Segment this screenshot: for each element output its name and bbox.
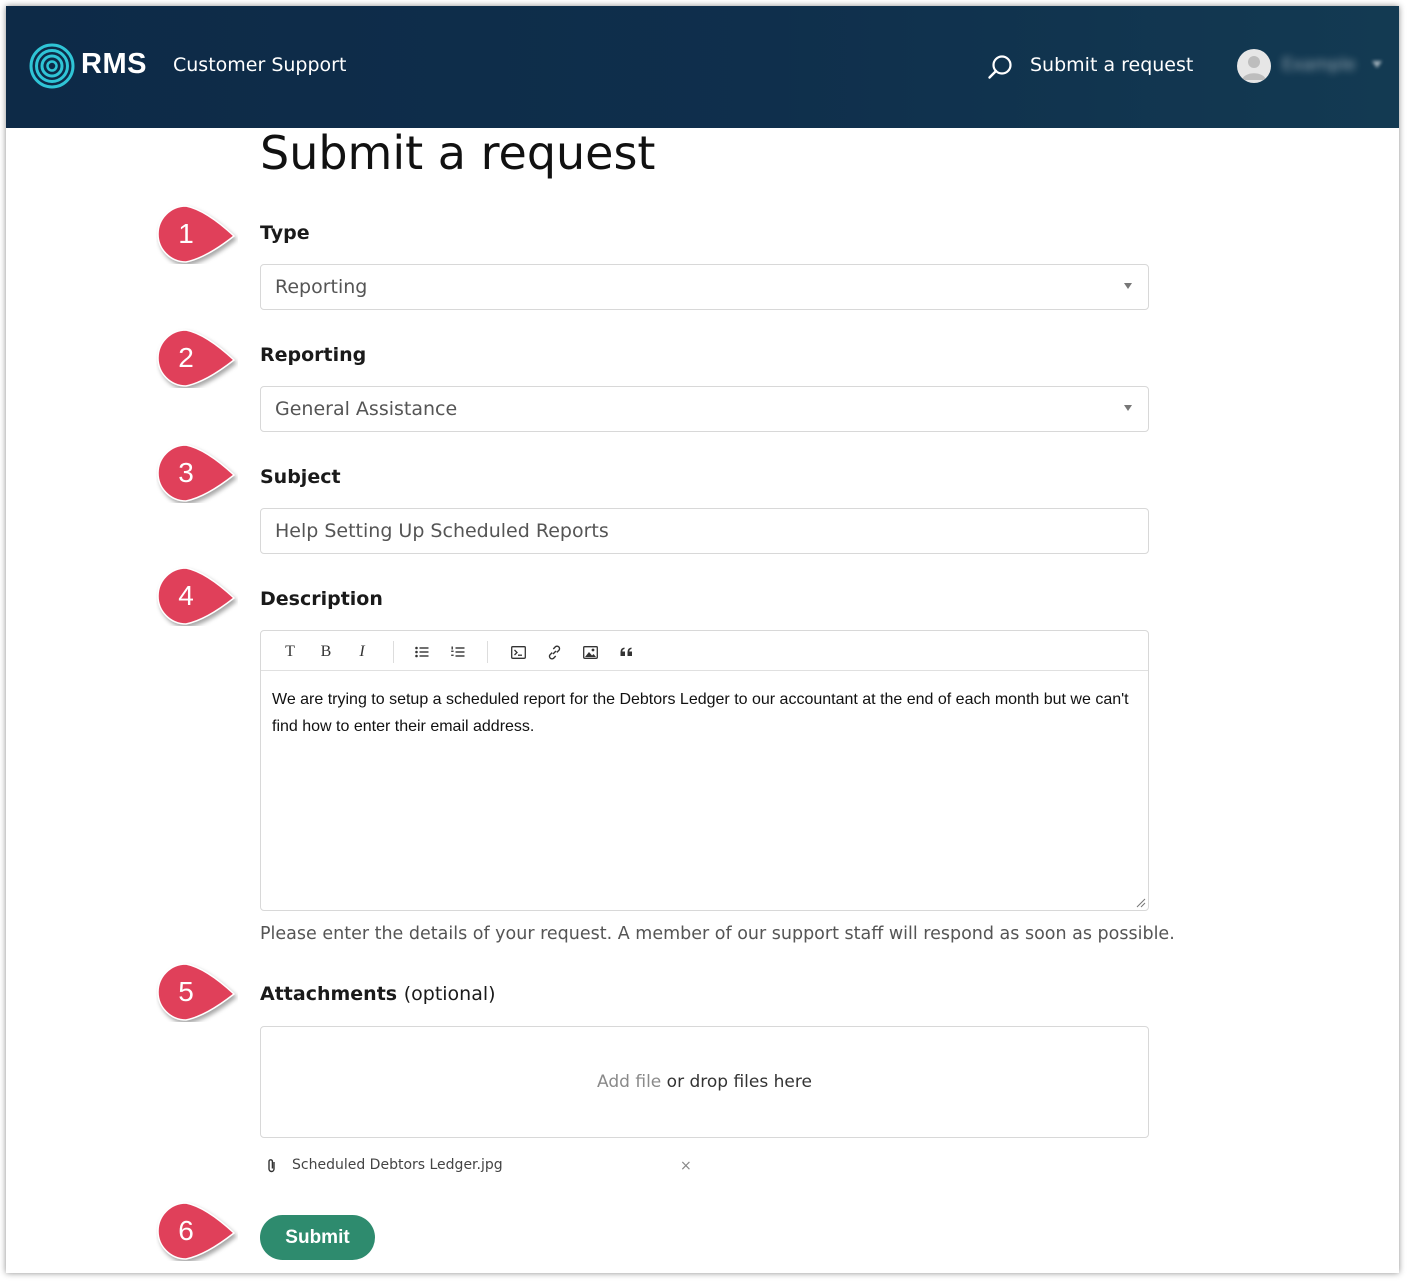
numbered-list-icon: [451, 646, 465, 657]
submit-request-link[interactable]: Submit a request: [1030, 54, 1193, 76]
callout-number: 5: [178, 976, 194, 1007]
attachment-file-name[interactable]: Scheduled Debtors Ledger.jpg: [292, 1157, 503, 1173]
type-select-value: Reporting: [275, 276, 368, 298]
add-file-link[interactable]: Add file: [597, 1072, 661, 1092]
toolbar-divider: [393, 641, 394, 663]
subject-input-value: Help Setting Up Scheduled Reports: [275, 520, 609, 542]
numbered-list-button[interactable]: [447, 641, 469, 663]
user-avatar-icon: [1242, 56, 1266, 80]
caret-down-icon: [1124, 283, 1132, 289]
description-text[interactable]: We are trying to setup a scheduled repor…: [272, 686, 1140, 740]
rms-logo-icon[interactable]: [28, 42, 76, 90]
callout-marker-3: 3: [156, 443, 238, 503]
callout-marker-4: 4: [156, 566, 238, 626]
image-icon: [582, 645, 598, 659]
toolbar-divider: [487, 641, 488, 663]
type-select[interactable]: Reporting: [260, 264, 1149, 310]
paperclip-icon: [268, 1159, 275, 1173]
logo-text[interactable]: RMS: [81, 48, 147, 81]
callout-marker-2: 2: [156, 328, 238, 388]
code-block-button[interactable]: [507, 641, 529, 663]
callout-number: 4: [178, 580, 194, 611]
optional-tag: (optional): [403, 983, 496, 1005]
remove-attachment-icon[interactable]: ×: [680, 1158, 692, 1174]
description-label: Description: [260, 588, 383, 610]
attachment-dropzone[interactable]: Add file or drop files here: [260, 1026, 1149, 1138]
subject-input[interactable]: Help Setting Up Scheduled Reports: [260, 508, 1149, 554]
bulleted-list-button[interactable]: [411, 641, 433, 663]
reporting-label: Reporting: [260, 344, 367, 366]
user-name[interactable]: Example: [1282, 55, 1356, 75]
site-header: RMS Customer Support Submit a request Ex…: [6, 6, 1399, 128]
caret-down-icon: [1124, 405, 1132, 411]
page-title: Submit a request: [260, 126, 656, 180]
type-label: Type: [260, 222, 310, 244]
subject-label: Subject: [260, 466, 341, 488]
search-icon[interactable]: [986, 53, 1014, 81]
callout-number: 6: [178, 1215, 194, 1246]
link-button[interactable]: [543, 641, 565, 663]
drop-files-text: or drop files here: [666, 1072, 812, 1092]
bold-button[interactable]: B: [315, 641, 337, 663]
callout-marker-6: 6: [156, 1201, 238, 1261]
link-icon: [548, 645, 560, 659]
reporting-select-value: General Assistance: [275, 398, 458, 420]
resize-handle-icon[interactable]: [1136, 898, 1146, 908]
bulleted-list-icon: [415, 646, 429, 658]
submit-button[interactable]: Submit: [260, 1215, 375, 1260]
description-hint: Please enter the details of your request…: [260, 924, 1175, 944]
attachments-label: Attachments (optional): [260, 983, 496, 1005]
code-block-icon: [510, 645, 526, 659]
callout-marker-5: 5: [156, 962, 238, 1022]
browser-frame: RMS Customer Support Submit a request Ex…: [6, 6, 1399, 1273]
callout-number: 1: [178, 218, 194, 249]
callout-marker-1: 1: [156, 204, 238, 264]
attachment-item: Scheduled Debtors Ledger.jpg ×: [266, 1156, 696, 1178]
callout-number: 2: [178, 342, 194, 373]
italic-button[interactable]: I: [351, 641, 373, 663]
text-format-button[interactable]: T: [279, 641, 301, 663]
site-title[interactable]: Customer Support: [173, 54, 346, 76]
attachments-label-text: Attachments: [260, 983, 398, 1005]
reporting-select[interactable]: General Assistance: [260, 386, 1149, 432]
quote-icon: [620, 647, 632, 656]
callout-number: 3: [178, 457, 194, 488]
user-avatar[interactable]: [1237, 49, 1271, 83]
editor-toolbar: T B I: [261, 631, 1148, 671]
chevron-down-icon[interactable]: [1372, 61, 1382, 69]
dropzone-text: Add file or drop files here: [261, 1072, 1148, 1092]
quote-button[interactable]: [615, 641, 637, 663]
image-button[interactable]: [579, 641, 601, 663]
description-editor[interactable]: T B I We are trying to setup a scheduled…: [260, 630, 1149, 911]
